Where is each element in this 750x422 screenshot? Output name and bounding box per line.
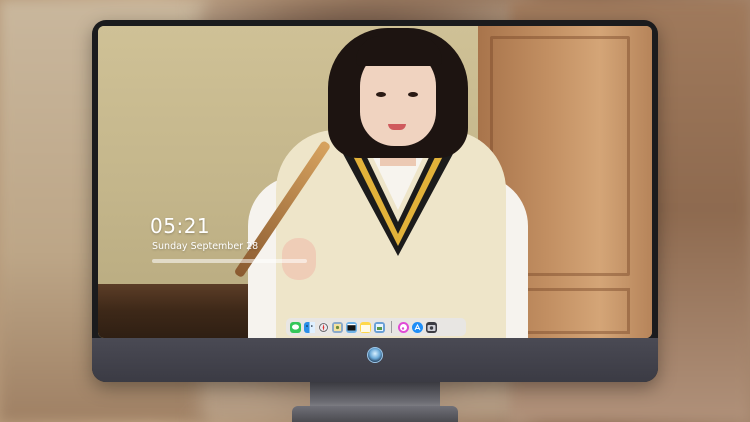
camera-icon[interactable] [426,321,437,333]
itunes-icon[interactable] [398,321,409,333]
notes-icon[interactable] [360,321,371,333]
wallpaper-figure-bangs [356,36,442,66]
wallpaper-figure-eye-right [408,92,418,97]
monitor: 05:21 Sunday September 28 [92,20,658,382]
video-app-icon[interactable] [346,321,357,333]
monitor-chin [92,338,658,382]
safari-icon[interactable] [318,321,329,333]
wallpaper-figure-eye-left [376,92,386,97]
lock-screen-quote-line [152,259,307,263]
monitor-stand-foot [292,406,458,422]
lock-screen-time: 05:21 [150,214,211,238]
messages-icon[interactable] [290,321,301,333]
lock-screen-date: Sunday September 28 [152,241,259,252]
preview-icon[interactable] [374,321,385,333]
brand-logo-icon [367,347,383,363]
app-store-icon[interactable] [412,321,423,333]
dock [286,318,466,336]
dock-separator [391,321,392,333]
finder-icon[interactable] [304,321,315,333]
lock-screen[interactable]: 05:21 Sunday September 28 [98,26,652,338]
photo-app-icon[interactable] [332,321,343,333]
